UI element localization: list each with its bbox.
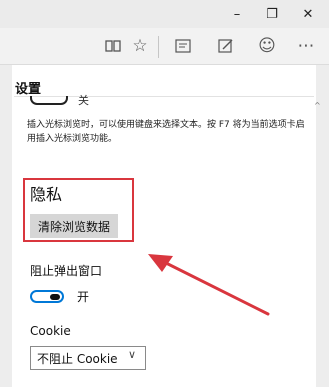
caret-browsing-description: 插入光标浏览时，可以使用键盘来选择文本。按 F7 将为当前选项卡启用插入光标浏览… — [27, 120, 305, 144]
chevron-down-icon: ∨ — [128, 348, 137, 361]
restore-icon[interactable]: ❐ — [256, 0, 288, 28]
web-note-icon[interactable] — [214, 35, 238, 57]
page-background-right — [316, 65, 329, 387]
block-popups-label: 阻止弹出窗口 — [30, 264, 103, 278]
cookie-label: Cookie — [30, 324, 71, 338]
hub-icon[interactable] — [171, 35, 195, 57]
browser-toolbar: ☆ ☺ ⋯ — [0, 28, 329, 65]
caret-browsing-toggle[interactable] — [30, 96, 68, 105]
title-bar: – ❐ ✕ — [0, 0, 329, 28]
favorites-star-icon[interactable]: ☆ — [128, 35, 152, 57]
reading-view-icon[interactable] — [101, 35, 125, 57]
toggle-knob — [50, 294, 60, 300]
minimize-icon[interactable]: – — [221, 0, 253, 28]
page-background-left — [0, 65, 12, 387]
more-icon[interactable]: ⋯ — [294, 35, 318, 57]
toolbar-separator — [158, 36, 159, 58]
caret-browsing-toggle-label: 关 — [78, 94, 89, 107]
settings-title: 设置 — [15, 82, 42, 97]
block-popups-state: 开 — [77, 290, 90, 304]
feedback-smiley-icon[interactable]: ☺ — [255, 35, 279, 57]
close-icon[interactable]: ✕ — [292, 0, 324, 28]
scroll-up-icon[interactable]: ^ — [314, 101, 321, 110]
annotation-highlight-box — [23, 178, 134, 242]
